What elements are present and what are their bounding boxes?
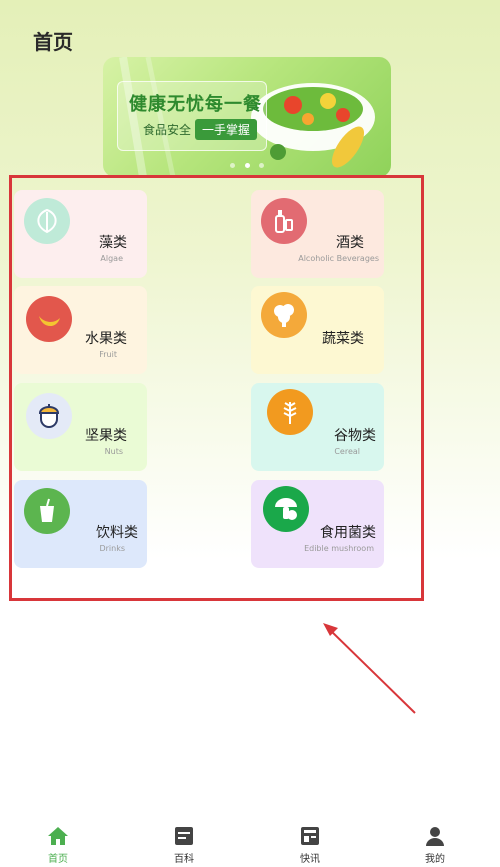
page-title: 首页	[33, 30, 73, 54]
banana-icon	[26, 296, 72, 342]
leaf-icon	[24, 198, 70, 244]
pagination-dot-active[interactable]	[244, 163, 250, 168]
tab-home[interactable]: 首页	[28, 815, 88, 867]
wheat-icon	[267, 389, 313, 435]
bottle-icon	[261, 198, 307, 244]
acorn-icon	[26, 393, 72, 439]
category-fruit[interactable]: 水果类 Fruit	[14, 286, 147, 374]
news-icon	[301, 827, 319, 845]
category-name: 藻类	[99, 235, 127, 251]
annotation-arrow	[323, 623, 416, 714]
category-vegetables[interactable]: 蔬菜类	[251, 286, 384, 374]
promo-banner[interactable]: 健康无忧每一餐 食品安全 一手掌握	[103, 57, 391, 177]
category-name: 水果类	[85, 331, 127, 347]
category-name: 酒类	[336, 235, 364, 251]
cup-icon	[24, 488, 70, 534]
category-en-name: Drinks	[99, 544, 125, 553]
category-name: 饮料类	[96, 525, 138, 541]
home-icon	[48, 827, 68, 845]
banner-subtext: 食品安全	[143, 123, 192, 137]
category-nuts[interactable]: 坚果类 Nuts	[14, 383, 147, 471]
pagination-dot[interactable]	[230, 163, 236, 168]
category-name: 坚果类	[85, 428, 127, 444]
tab-news[interactable]: 快讯	[280, 815, 340, 867]
category-name: 蔬菜类	[322, 331, 364, 347]
category-algae[interactable]: 藻类 Algae	[14, 190, 147, 278]
category-en-name: Nuts	[104, 447, 123, 456]
user-icon	[426, 827, 444, 846]
category-en-name: Fruit	[99, 350, 117, 359]
tab-label: 首页	[48, 854, 68, 865]
category-drinks[interactable]: 饮料类 Drinks	[14, 480, 147, 568]
tab-encyclopedia[interactable]: 百科	[154, 815, 214, 867]
category-en-name: Alcoholic Beverages	[298, 254, 379, 263]
mushroom-icon	[263, 486, 309, 532]
tab-profile[interactable]: 我的	[405, 815, 465, 867]
category-name: 谷物类	[334, 428, 376, 444]
bottom-tab-bar: 首页 百科 快讯 我的	[0, 815, 500, 867]
tab-label: 我的	[425, 854, 445, 865]
category-edible-mushroom[interactable]: 食用菌类 Edible mushroom	[251, 480, 384, 568]
category-en-name: Algae	[100, 254, 123, 263]
banner-pill: 一手掌握	[195, 119, 258, 140]
banner-headline: 健康无忧每一餐	[129, 94, 262, 115]
category-alcoholic-beverages[interactable]: 酒类 Alcoholic Beverages	[251, 190, 384, 278]
tab-label: 快讯	[300, 854, 320, 865]
pagination-dot[interactable]	[258, 163, 264, 168]
category-en-name: Edible mushroom	[304, 544, 374, 553]
category-en-name: Cereal	[334, 447, 360, 456]
vegetable-icon	[261, 292, 307, 338]
category-name: 食用菌类	[320, 525, 376, 541]
tab-label: 百科	[174, 854, 194, 865]
category-cereal[interactable]: 谷物类 Cereal	[251, 383, 384, 471]
banner-pagination	[103, 153, 391, 172]
book-icon	[175, 827, 193, 845]
